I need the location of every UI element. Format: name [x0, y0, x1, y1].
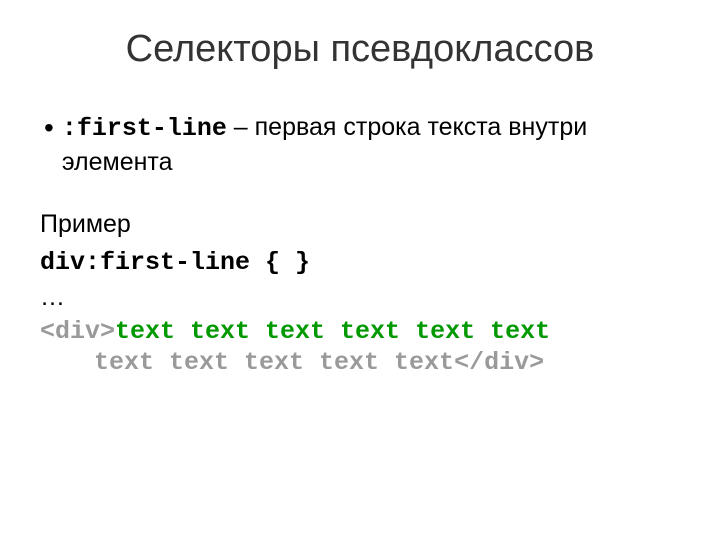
- bullet-dot: •: [44, 111, 54, 178]
- open-div-tag: <div>: [40, 317, 115, 346]
- rest-text: text text text text text: [94, 348, 454, 377]
- slide-title: Селекторы псевдоклассов: [40, 28, 680, 71]
- first-line-text: text text text text text text: [115, 317, 550, 346]
- bullet-row: • :first-line – первая строка текста вну…: [40, 111, 680, 178]
- pseudo-selector-name: :first-line: [62, 114, 227, 143]
- slide: Селекторы псевдоклассов • :first-line – …: [0, 0, 720, 540]
- css-rule: div:first-line { }: [40, 247, 680, 280]
- close-div-tag: </div>: [454, 348, 544, 377]
- ellipsis: …: [40, 281, 680, 314]
- html-line-2: text text text text text</div>: [40, 347, 680, 378]
- example-label: Пример: [40, 208, 680, 241]
- html-line-1: <div>text text text text text text: [40, 316, 680, 347]
- bullet-text: :first-line – первая строка текста внутр…: [62, 111, 680, 178]
- slide-content: • :first-line – первая строка текста вну…: [40, 111, 680, 378]
- dash: –: [227, 113, 255, 141]
